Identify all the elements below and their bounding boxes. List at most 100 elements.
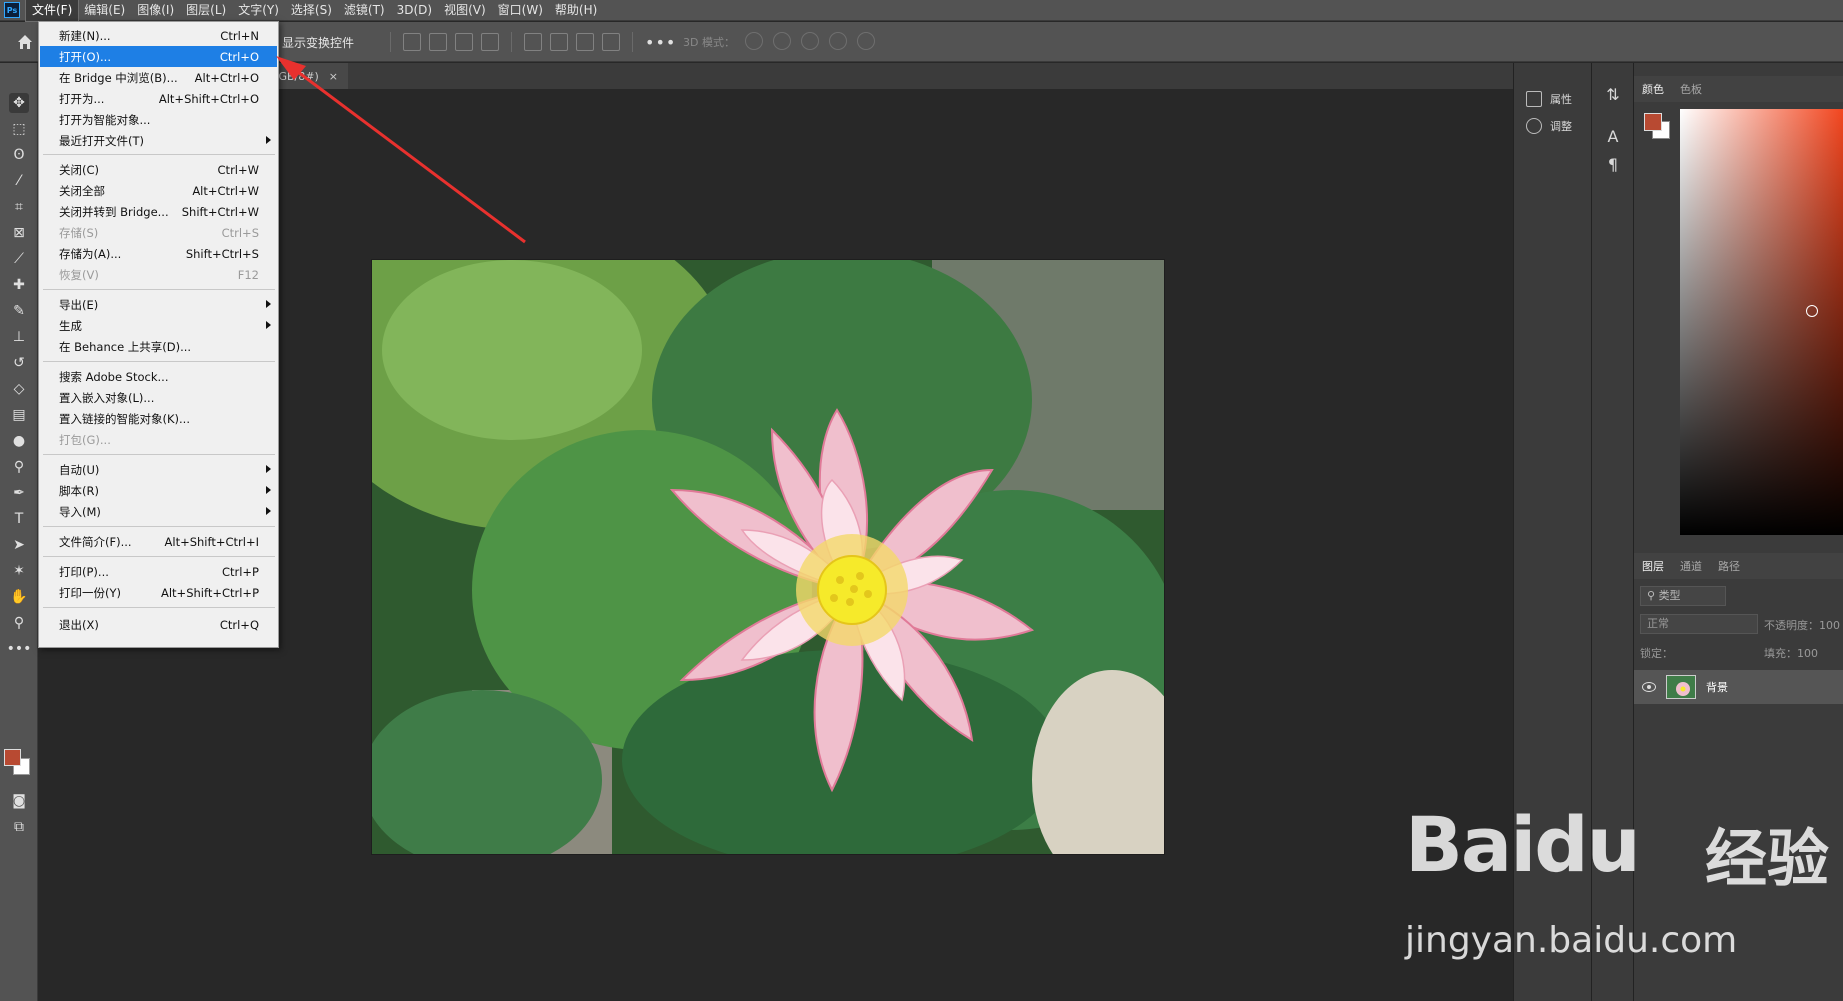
type-tool-icon[interactable]: T <box>9 509 29 529</box>
color-panel-foreground-swatch[interactable] <box>1644 113 1662 131</box>
shape-tool-icon[interactable]: ✶ <box>9 561 29 581</box>
menu-image[interactable]: 图像(I) <box>131 0 180 21</box>
menu-item-open-smart-object[interactable]: 打开为智能对象... <box>40 109 277 130</box>
properties-button[interactable]: 属性 <box>1526 91 1572 107</box>
3d-orbit-icon[interactable] <box>745 32 763 50</box>
home-icon[interactable] <box>16 33 34 51</box>
menu-item-automate[interactable]: 自动(U) <box>40 459 277 480</box>
distribute-vertical-icon[interactable] <box>602 33 620 51</box>
path-selection-tool-icon[interactable]: ➤ <box>9 535 29 555</box>
quick-mask-icon[interactable]: ◙ <box>9 791 29 811</box>
menu-item-generate[interactable]: 生成 <box>40 315 277 336</box>
close-icon[interactable]: × <box>329 70 338 83</box>
menu-item-save-as[interactable]: 存储为(A)... Shift+Ctrl+S <box>40 243 277 264</box>
3d-pan-icon[interactable] <box>801 32 819 50</box>
align-bottom-icon[interactable] <box>576 33 594 51</box>
pen-tool-icon[interactable]: ✒ <box>9 483 29 503</box>
menu-item-browse-bridge[interactable]: 在 Bridge 中浏览(B)... Alt+Ctrl+O <box>40 67 277 88</box>
menu-item-new[interactable]: 新建(N)... Ctrl+N <box>40 25 277 46</box>
fill-value[interactable]: 100 <box>1797 647 1818 660</box>
menu-item-place-embedded[interactable]: 置入嵌入对象(L)... <box>40 387 277 408</box>
opacity-control[interactable]: 不透明度：100 <box>1764 617 1840 633</box>
3d-roll-icon[interactable] <box>773 32 791 50</box>
align-right-icon[interactable] <box>455 33 473 51</box>
fill-control[interactable]: 填充：100 <box>1764 645 1818 661</box>
menu-item-print-one-copy[interactable]: 打印一份(Y) Alt+Shift+Ctrl+P <box>40 582 277 603</box>
brush-tool-icon[interactable]: ✎ <box>9 301 29 321</box>
align-top-icon[interactable] <box>524 33 542 51</box>
distribute-horizontal-icon[interactable] <box>481 33 499 51</box>
history-brush-tool-icon[interactable]: ↺ <box>9 353 29 373</box>
menu-item-print[interactable]: 打印(P)... Ctrl+P <box>40 561 277 582</box>
menu-item-place-linked[interactable]: 置入链接的智能对象(K)... <box>40 408 277 429</box>
menu-item-share-behance[interactable]: 在 Behance 上共享(D)... <box>40 336 277 357</box>
foreground-color-swatch[interactable] <box>4 749 21 766</box>
blend-mode-select[interactable]: 正常 <box>1640 614 1758 634</box>
menu-3d[interactable]: 3D(D) <box>391 0 438 21</box>
crop-tool-icon[interactable]: ⌗ <box>9 197 29 217</box>
menu-item-search-stock[interactable]: 搜索 Adobe Stock... <box>40 366 277 387</box>
align-hcenter-icon[interactable] <box>429 33 447 51</box>
frame-tool-icon[interactable]: ⊠ <box>9 223 29 243</box>
menu-item-scripts[interactable]: 脚本(R) <box>40 480 277 501</box>
menu-item-package[interactable]: 打包(G)... <box>40 429 277 450</box>
tab-swatches[interactable]: 色板 <box>1680 81 1702 97</box>
menu-item-open-as[interactable]: 打开为... Alt+Shift+Ctrl+O <box>40 88 277 109</box>
hand-tool-icon[interactable]: ✋ <box>9 587 29 607</box>
align-vcenter-icon[interactable] <box>550 33 568 51</box>
edit-toolbar-icon[interactable]: ••• <box>7 639 32 659</box>
zoom-tool-icon[interactable]: ⚲ <box>9 613 29 633</box>
menu-help[interactable]: 帮助(H) <box>549 0 603 21</box>
menu-item-revert[interactable]: 恢复(V) F12 <box>40 264 277 285</box>
menu-select[interactable]: 选择(S) <box>285 0 338 21</box>
align-left-icon[interactable] <box>403 33 421 51</box>
menu-item-close[interactable]: 关闭(C) Ctrl+W <box>40 159 277 180</box>
menu-item-open[interactable]: 打开(O)... Ctrl+O <box>40 46 277 67</box>
menu-edit[interactable]: 编辑(E) <box>78 0 131 21</box>
marquee-tool-icon[interactable]: ⬚ <box>9 119 29 139</box>
menu-window[interactable]: 窗口(W) <box>492 0 549 21</box>
gradient-tool-icon[interactable]: ▤ <box>9 405 29 425</box>
layer-row-background[interactable]: 背景 <box>1634 670 1843 704</box>
character-icon[interactable]: A <box>1603 127 1623 147</box>
more-options-icon[interactable]: ••• <box>645 33 676 52</box>
paragraph-icon[interactable]: ¶ <box>1603 155 1623 175</box>
menu-item-export[interactable]: 导出(E) <box>40 294 277 315</box>
opacity-value[interactable]: 100 <box>1819 619 1840 632</box>
menu-item-close-all[interactable]: 关闭全部 Alt+Ctrl+W <box>40 180 277 201</box>
menu-item-file-info[interactable]: 文件简介(F)... Alt+Shift+Ctrl+I <box>40 531 277 552</box>
screen-mode-icon[interactable]: ⧉ <box>9 817 29 837</box>
tab-layers[interactable]: 图层 <box>1642 558 1664 574</box>
tab-channels[interactable]: 通道 <box>1680 558 1702 574</box>
show-transform-controls-label[interactable]: 显示变换控件 <box>282 34 354 51</box>
clone-stamp-tool-icon[interactable]: ⊥ <box>9 327 29 347</box>
eyedropper-tool-icon[interactable]: ⟋ <box>9 249 29 269</box>
move-tool-icon[interactable]: ✥ <box>9 93 29 113</box>
healing-brush-tool-icon[interactable]: ✚ <box>9 275 29 295</box>
tab-paths[interactable]: 路径 <box>1718 558 1740 574</box>
history-icon[interactable]: ⇅ <box>1603 85 1623 105</box>
menu-item-open-recent[interactable]: 最近打开文件(T) <box>40 130 277 151</box>
menu-filter[interactable]: 滤镜(T) <box>338 0 391 21</box>
adjustments-button[interactable]: 调整 <box>1526 118 1572 134</box>
menu-view[interactable]: 视图(V) <box>438 0 492 21</box>
layer-filter-select[interactable]: ⚲ 类型 <box>1640 586 1726 606</box>
blur-tool-icon[interactable]: ● <box>9 431 29 451</box>
tab-color[interactable]: 颜色 <box>1642 81 1664 97</box>
lasso-tool-icon[interactable]: ʘ <box>9 145 29 165</box>
3d-slide-icon[interactable] <box>829 32 847 50</box>
menu-file[interactable]: 文件(F) <box>24 0 80 22</box>
3d-camera-icon[interactable] <box>857 32 875 50</box>
eraser-tool-icon[interactable]: ◇ <box>9 379 29 399</box>
menu-type[interactable]: 文字(Y) <box>232 0 285 21</box>
menu-item-save[interactable]: 存储(S) Ctrl+S <box>40 222 277 243</box>
color-picker-cursor[interactable] <box>1806 305 1818 317</box>
dodge-tool-icon[interactable]: ⚲ <box>9 457 29 477</box>
menu-item-exit[interactable]: 退出(X) Ctrl+Q <box>40 614 277 635</box>
menu-layer[interactable]: 图层(L) <box>180 0 232 21</box>
color-picker-field[interactable] <box>1680 109 1843 535</box>
magic-wand-tool-icon[interactable]: ⁄ <box>9 171 29 191</box>
menu-item-import[interactable]: 导入(M) <box>40 501 277 522</box>
menu-item-close-go-bridge[interactable]: 关闭并转到 Bridge... Shift+Ctrl+W <box>40 201 277 222</box>
eye-visibility-icon[interactable] <box>1642 682 1656 692</box>
